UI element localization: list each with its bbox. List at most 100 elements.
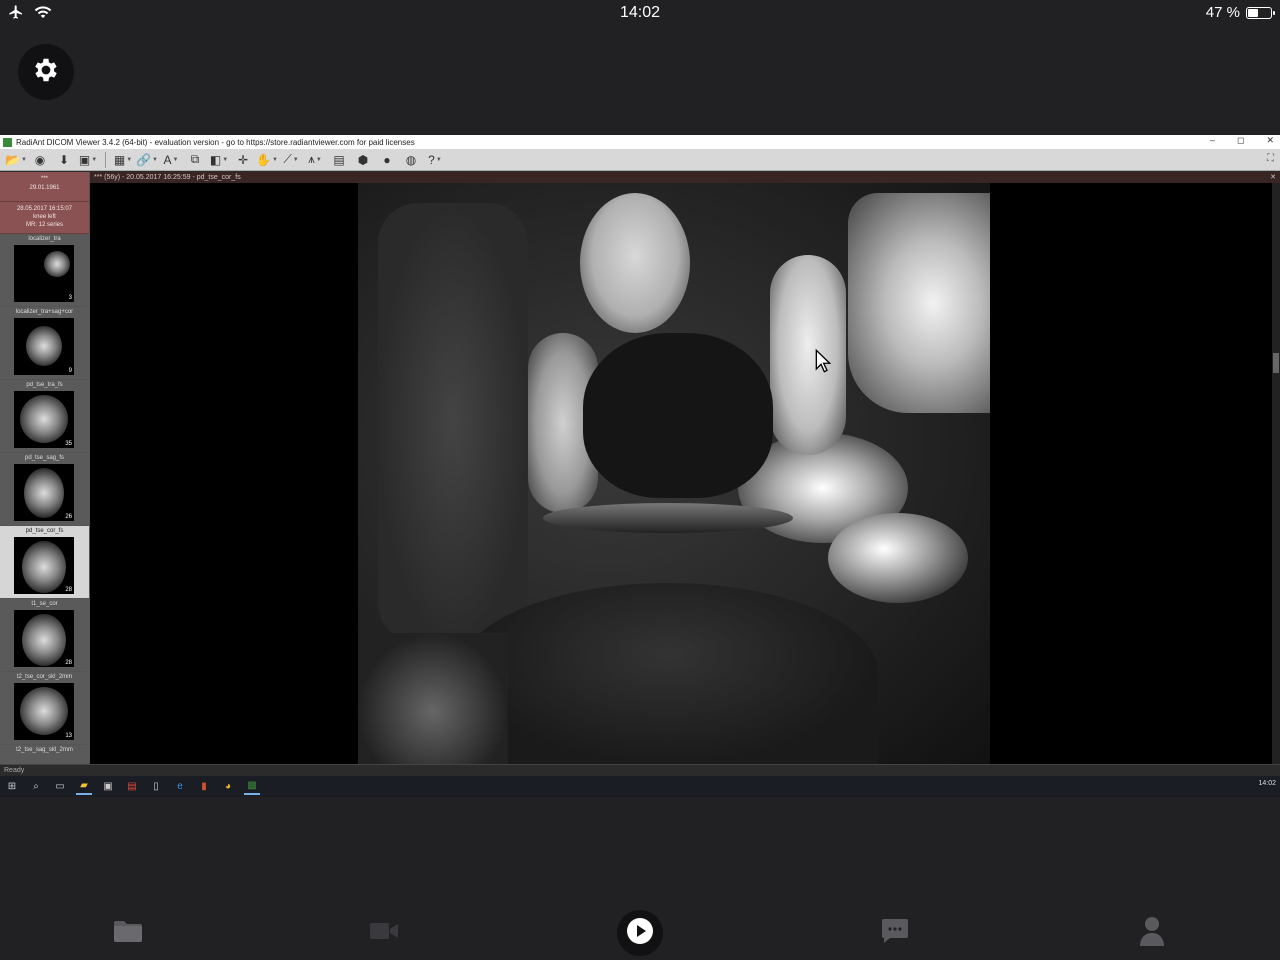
save-icon[interactable]: ▣ ▼ bbox=[78, 152, 98, 168]
series-thumbnail: 3 bbox=[14, 245, 74, 302]
download-icon[interactable]: ⬇ bbox=[54, 152, 74, 168]
series-item[interactable]: pd_tse_sag_fs 26 bbox=[0, 453, 89, 526]
patient-dob: 29.01.1961 bbox=[29, 185, 60, 191]
scrollbar-thumb[interactable] bbox=[1273, 353, 1279, 373]
toolbar-separator bbox=[105, 151, 106, 168]
window-titlebar: RadiAnt DICOM Viewer 3.4.2 (64-bit) - ev… bbox=[0, 135, 1280, 149]
ios-status-bar: 14:02 47 % bbox=[0, 0, 1280, 26]
maximize-button[interactable]: ◻ bbox=[1237, 135, 1244, 146]
tab-files[interactable] bbox=[98, 908, 158, 958]
crosshair-icon[interactable]: ✛ bbox=[233, 152, 253, 168]
pan-hand-icon[interactable]: ✋ ▼ bbox=[256, 152, 278, 168]
gear-icon bbox=[31, 55, 61, 90]
chrome-icon[interactable]: ◕ bbox=[220, 779, 236, 795]
close-viewport-icon[interactable]: ✕ bbox=[1270, 172, 1276, 183]
patient-header[interactable]: *** 29.01.1961 bbox=[0, 172, 89, 202]
series-item[interactable]: pd_tse_tra_fs 35 bbox=[0, 380, 89, 453]
battery-level-fill bbox=[1248, 8, 1259, 17]
taskbar-clock: 14:02 bbox=[1258, 780, 1276, 787]
task-view-icon[interactable]: ▭ bbox=[52, 779, 68, 795]
cd-icon[interactable]: ◉ bbox=[30, 152, 50, 168]
fusion-icon[interactable]: ◍ bbox=[401, 152, 421, 168]
series-item[interactable]: t2_tse_cor_skl_2mm 13 bbox=[0, 672, 89, 745]
series-thumbnail: 26 bbox=[14, 464, 74, 521]
series-name: pd_tse_sag_fs bbox=[24, 455, 65, 461]
battery-icon bbox=[1246, 6, 1275, 19]
battery-percentage: 47 % bbox=[1205, 4, 1240, 21]
series-item-selected[interactable]: pd_tse_cor_fs 28 bbox=[0, 526, 89, 599]
series-thumbnail: 28 bbox=[14, 610, 74, 667]
series-name: pd_tse_tra_fs bbox=[26, 382, 63, 388]
series-thumbnail: 9 bbox=[14, 318, 74, 375]
open-folder-icon[interactable]: 📂 ▼ bbox=[5, 152, 27, 168]
series-item[interactable]: localizer_tra+sag+cor 9 bbox=[0, 307, 89, 380]
powerpoint-icon[interactable]: ▮ bbox=[196, 779, 212, 795]
store-icon[interactable]: ▣ bbox=[100, 779, 116, 795]
color-3d-icon[interactable]: ● bbox=[377, 152, 397, 168]
measure-ruler-icon[interactable]: ⟋ ▼ bbox=[281, 152, 301, 168]
minimize-button[interactable]: – bbox=[1210, 135, 1215, 146]
mpr-icon[interactable]: ⩚ ▼ bbox=[305, 152, 325, 168]
series-thumbnail: 28 bbox=[14, 537, 74, 594]
series-name: pd_tse_cor_fs bbox=[25, 528, 64, 534]
tab-profile[interactable] bbox=[1122, 908, 1182, 958]
settings-button[interactable] bbox=[18, 44, 74, 100]
tab-play[interactable] bbox=[610, 908, 670, 958]
bottom-tab-bar bbox=[0, 900, 1280, 960]
series-image-count: 26 bbox=[65, 514, 72, 520]
fullscreen-icon[interactable]: ⛶ bbox=[1267, 153, 1274, 164]
series-name: t1_se_cor bbox=[31, 601, 58, 607]
layout-grid-icon[interactable]: ▦ ▼ bbox=[113, 152, 133, 168]
series-name: localizer_tra+sag+cor bbox=[15, 309, 74, 315]
series-item[interactable]: t2_tse_sag_skl_2mm bbox=[0, 745, 89, 764]
patient-name: *** bbox=[40, 176, 48, 182]
viewport-header: *** (56y) - 20.05.2017 16:25:59 - pd_tse… bbox=[90, 172, 1280, 183]
viewport-info: *** (56y) - 20.05.2017 16:25:59 - pd_tse… bbox=[94, 174, 241, 181]
help-icon[interactable]: ? ▼ bbox=[425, 152, 445, 168]
series-image-count: 28 bbox=[65, 587, 72, 593]
play-button[interactable] bbox=[617, 910, 663, 956]
film-icon[interactable]: ▤ bbox=[329, 152, 349, 168]
series-image-count: 13 bbox=[65, 733, 72, 739]
series-item[interactable]: t1_se_cor 28 bbox=[0, 599, 89, 672]
image-viewport[interactable]: *** (56y) - 20.05.2017 16:25:59 - pd_tse… bbox=[90, 172, 1280, 764]
radiant-taskbar-icon[interactable]: ▩ bbox=[244, 779, 260, 795]
search-icon[interactable]: ⌕ bbox=[28, 779, 44, 795]
series-image-count: 9 bbox=[68, 368, 72, 374]
remote-desktop[interactable]: RadiAnt DICOM Viewer 3.4.2 (64-bit) - ev… bbox=[0, 135, 1280, 797]
pdf-reader-icon[interactable]: ▤ bbox=[124, 779, 140, 795]
windows-start-icon[interactable]: ⊞ bbox=[4, 779, 20, 795]
study-header[interactable]: 28.05.2017 16:15:07 knee left MR: 12 ser… bbox=[0, 202, 89, 234]
series-sidebar: *** 29.01.1961 28.05.2017 16:15:07 knee … bbox=[0, 172, 90, 764]
close-button[interactable]: ✕ bbox=[1266, 135, 1274, 146]
series-name: localizer_tra bbox=[28, 236, 61, 242]
play-icon bbox=[626, 917, 654, 950]
mouse-cursor-icon bbox=[814, 348, 832, 378]
series-thumbnail: 35 bbox=[14, 391, 74, 448]
person-icon bbox=[1139, 916, 1165, 951]
viewport-scrollbar[interactable] bbox=[1272, 183, 1280, 764]
series-image-count: 35 bbox=[65, 441, 72, 447]
document-icon[interactable]: ▯ bbox=[148, 779, 164, 795]
mri-image[interactable] bbox=[358, 183, 990, 764]
status-line: Ready bbox=[0, 764, 1280, 776]
window-title: RadiAnt DICOM Viewer 3.4.2 (64-bit) - ev… bbox=[16, 137, 415, 147]
study-datetime: 28.05.2017 16:15:07 bbox=[16, 206, 73, 212]
clock: 14:02 bbox=[619, 4, 661, 21]
tab-chat[interactable] bbox=[865, 908, 925, 958]
windows-taskbar: ⊞ ⌕ ▭ ▰ ▣ ▤ ▯ e ▮ ◕ ▩ 14:02 bbox=[0, 776, 1280, 797]
link-icon[interactable]: 🔗 ▼ bbox=[136, 152, 158, 168]
radiant-app-icon bbox=[3, 137, 12, 147]
video-camera-icon bbox=[369, 921, 399, 946]
series-name: t2_tse_cor_skl_2mm bbox=[16, 674, 73, 680]
series-thumbnail: 13 bbox=[14, 683, 74, 740]
annotation-text-icon[interactable]: A ▼ bbox=[161, 152, 181, 168]
tab-video[interactable] bbox=[354, 908, 414, 958]
copy-icon[interactable]: ⧉ bbox=[185, 152, 205, 168]
edge-browser-icon[interactable]: e bbox=[172, 779, 188, 795]
file-explorer-icon[interactable]: ▰ bbox=[76, 779, 92, 795]
series-item[interactable]: localizer_tra 3 bbox=[0, 234, 89, 307]
window-level-icon[interactable]: ◧ ▼ bbox=[209, 152, 229, 168]
cube-3d-icon[interactable]: ⬢ bbox=[353, 152, 373, 168]
study-summary: MR: 12 series bbox=[25, 222, 63, 228]
